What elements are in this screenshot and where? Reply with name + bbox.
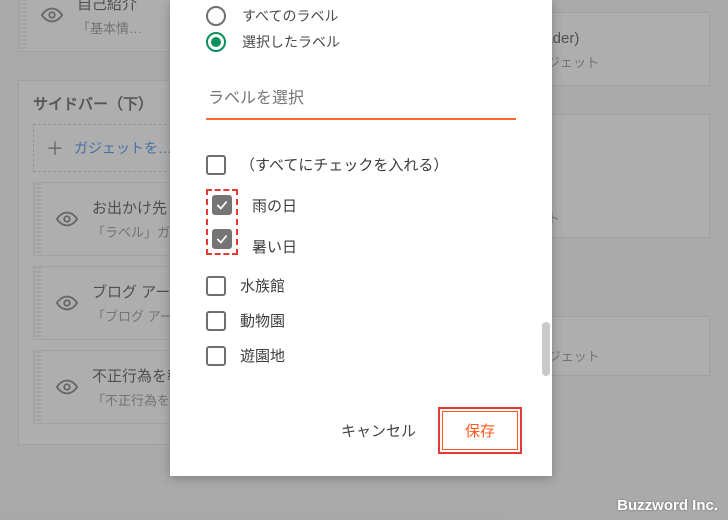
- option-label: 遊園地: [240, 345, 285, 366]
- checkbox-icon: [206, 276, 226, 296]
- option-row[interactable]: 遊園地: [206, 345, 516, 366]
- radio-selected-labels[interactable]: 選択したラベル: [206, 32, 516, 52]
- option-label[interactable]: 雨の日: [252, 195, 297, 216]
- radio-icon: [206, 6, 226, 26]
- radio-selected-label: 選択したラベル: [242, 32, 340, 52]
- checkbox-icon-checked[interactable]: [212, 195, 232, 215]
- modal-scrollbar[interactable]: [542, 0, 550, 404]
- radio-all-label: すべてのラベル: [242, 6, 338, 26]
- label-select-modal: すべてのラベル 選択したラベル （すべてにチェックを入れる） 雨の日 暑い日 水…: [170, 0, 552, 476]
- radio-icon-selected: [206, 32, 226, 52]
- checkbox-icon-checked[interactable]: [212, 229, 232, 249]
- scrollbar-thumb[interactable]: [542, 322, 550, 376]
- cancel-button[interactable]: キャンセル: [327, 412, 430, 449]
- watermark: Buzzword Inc.: [617, 497, 718, 514]
- annotation-highlight: [206, 189, 238, 255]
- check-all-row[interactable]: （すべてにチェックを入れる）: [206, 154, 516, 175]
- option-label[interactable]: 暑い日: [252, 236, 297, 257]
- checkbox-icon: [206, 155, 226, 175]
- annotation-save-highlight: 保存: [438, 407, 522, 454]
- checkbox-icon: [206, 346, 226, 366]
- checkbox-icon: [206, 311, 226, 331]
- option-row[interactable]: 動物園: [206, 310, 516, 331]
- option-label: 動物園: [240, 310, 285, 331]
- option-row[interactable]: 水族館: [206, 275, 516, 296]
- radio-all-labels[interactable]: すべてのラベル: [206, 6, 516, 26]
- option-label: 水族館: [240, 275, 285, 296]
- save-button[interactable]: 保存: [442, 411, 518, 450]
- check-all-label: （すべてにチェックを入れる）: [240, 154, 448, 175]
- label-search-input[interactable]: [206, 82, 516, 120]
